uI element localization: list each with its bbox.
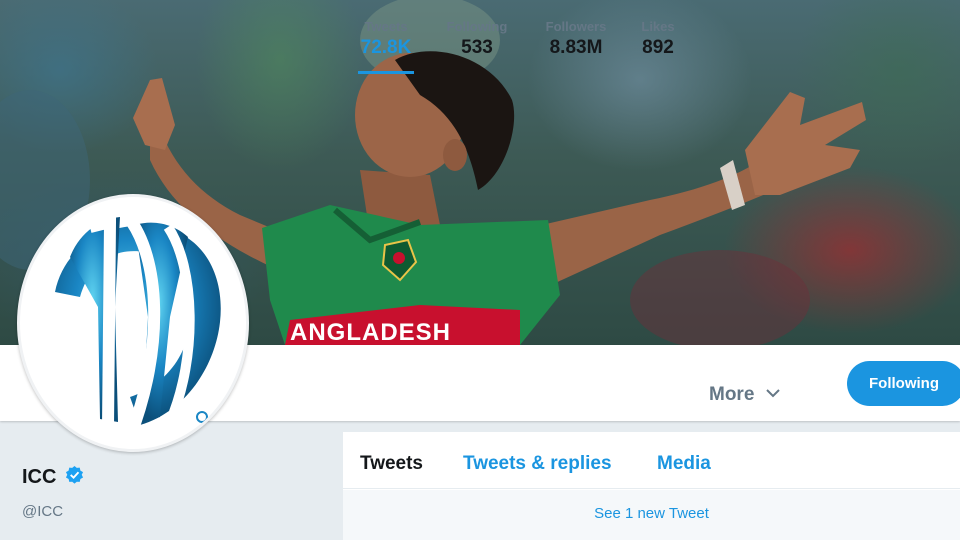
stat-followers[interactable]: Followers 8.83M [541,0,611,76]
chevron-down-icon [765,382,780,404]
stat-value: 8.83M [549,37,603,58]
tab-media[interactable]: Media [657,453,711,475]
tab-tweets-and-replies[interactable]: Tweets & replies [463,453,612,475]
timeline: Tweets Tweets & replies Media See 1 new … [343,432,960,540]
timeline-tabs: Tweets Tweets & replies Media [343,432,960,489]
stat-value: 892 [642,37,674,58]
stat-value: 533 [461,37,493,58]
stat-label: Tweets [364,19,408,34]
tab-tweets[interactable]: Tweets [360,453,423,475]
stat-likes[interactable]: Likes 892 [637,0,679,76]
stat-label: Followers [545,19,607,34]
new-tweet-notice[interactable]: See 1 new Tweet [343,490,960,540]
profile-page: ANGLADESH Tweets 72.8K Following 533 Fol… [0,0,960,540]
more-menu[interactable]: More [709,384,780,406]
profile-avatar[interactable] [17,194,249,452]
stat-tweets[interactable]: Tweets 72.8K [358,0,414,76]
profile-handle: @ICC [22,503,64,520]
verified-badge-icon [65,465,84,489]
profile-name: ICC [22,465,57,488]
more-label: More [709,384,755,405]
stat-label: Likes [641,19,675,34]
stat-value: 72.8K [360,37,412,58]
jersey-text: ANGLADESH [290,319,451,345]
stat-following[interactable]: Following 533 [443,0,511,76]
stat-label: Following [446,19,508,34]
icc-logo [27,205,239,441]
following-button[interactable]: Following [847,361,960,406]
profile-name-row: ICC [22,465,84,489]
